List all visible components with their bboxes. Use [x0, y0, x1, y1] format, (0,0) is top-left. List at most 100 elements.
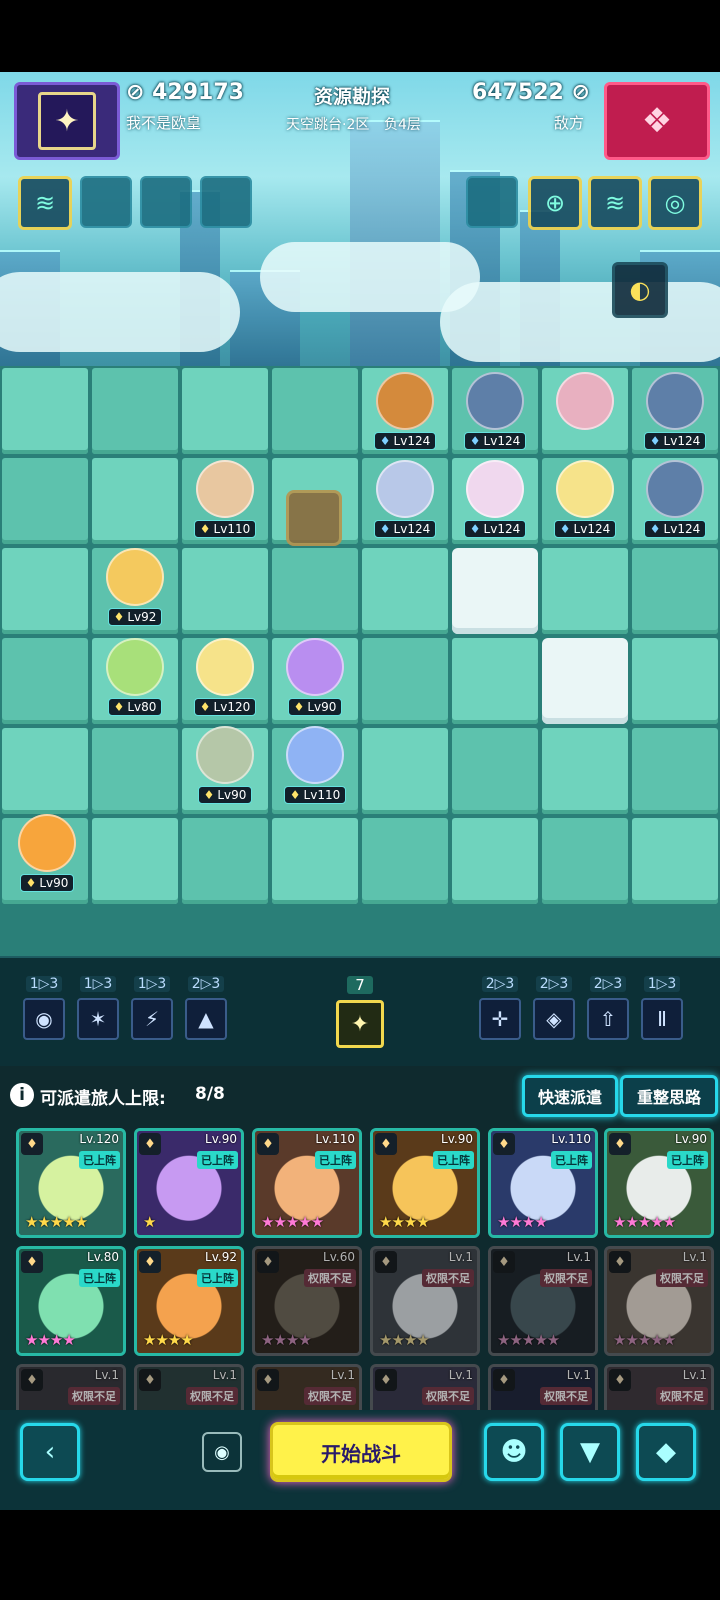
spiral-icon: ◎: [664, 189, 686, 217]
class-icon: ♦: [375, 1251, 397, 1273]
pacman-mascot-icon[interactable]: ◐: [612, 262, 668, 318]
synergy-guard[interactable]: 1▷3 Ⅱ: [640, 976, 684, 1040]
filter-icon: ▼: [580, 1437, 600, 1467]
class-icon: ♦: [493, 1251, 515, 1273]
synergy-water[interactable]: 1▷3 ◉: [22, 976, 66, 1040]
enemy-relic-slot-4[interactable]: ◎: [648, 176, 702, 230]
cloud-obstacle: [452, 548, 538, 634]
synergy-arrow[interactable]: 2▷3 ✛: [478, 976, 522, 1040]
mountain-icon: ▲: [185, 998, 227, 1040]
enemy-unit-5[interactable]: ♦ Lv124: [460, 460, 530, 538]
synergy-wind[interactable]: 1▷3 ✶: [76, 976, 120, 1040]
unit-portrait: [646, 372, 704, 430]
unit-portrait: [196, 638, 254, 696]
reset-button[interactable]: 重整思路: [620, 1075, 718, 1117]
enemy-emblem[interactable]: ❖: [604, 82, 710, 160]
filter-button[interactable]: ▼: [560, 1423, 620, 1481]
unit-portrait: [196, 460, 254, 518]
sparkle-icon: ✦: [38, 92, 96, 150]
player-relic-slot-4[interactable]: [200, 176, 252, 228]
player-relic-slot-2[interactable]: [80, 176, 132, 228]
roster-card[interactable]: ♦ Lv.90 已上阵 ★★★★: [370, 1128, 480, 1238]
roster-card[interactable]: ♦ Lv.60 权限不足 ★★★★: [252, 1246, 362, 1356]
unit-portrait: [106, 548, 164, 606]
synergy-star[interactable]: 7 ✦: [330, 976, 390, 1048]
player-emblem[interactable]: ✦: [14, 82, 120, 160]
target-icon: ⊕: [544, 189, 566, 217]
enemy-unit-8[interactable]: [550, 372, 620, 430]
wave-flag-icon: ≋: [604, 189, 626, 217]
enemy-relic-slot-3[interactable]: ≋: [588, 176, 642, 230]
enemy-unit-4[interactable]: ♦ Lv124: [370, 460, 440, 538]
nav-bar-area: [0, 1510, 720, 1600]
player-name: 我不是欧皇: [126, 114, 202, 132]
deploy-limit-count: 8/8: [195, 1084, 225, 1104]
synergy-up[interactable]: 2▷3 ⇧: [586, 976, 630, 1040]
start-battle-button[interactable]: 开始战斗: [270, 1422, 452, 1482]
roster-card[interactable]: ♦ Lv.110 已上阵 ★★★★: [488, 1128, 598, 1238]
class-icon: ♦: [21, 1251, 43, 1273]
roster-card[interactable]: ♦ Lv.120 已上阵 ★★★★★: [16, 1128, 126, 1238]
enemy-relic-slot-2[interactable]: ⊕: [528, 176, 582, 230]
player-relic-slot-1[interactable]: ≋: [18, 176, 72, 230]
sparkle-icon: ✦: [336, 1000, 384, 1048]
roster-card[interactable]: ♦ Lv.90 已上阵 ★★★★★: [604, 1128, 714, 1238]
arrow-cross-icon: ✛: [479, 998, 521, 1040]
unit-portrait: [646, 460, 704, 518]
roster-card[interactable]: ♦ Lv.110 已上阵 ★★★★★: [252, 1128, 362, 1238]
ally-unit-5[interactable]: ♦ Lv90: [280, 638, 350, 716]
class-icon: ♦: [257, 1133, 279, 1155]
brain-icon: ☻: [500, 1437, 528, 1467]
enemy-relic-slot-1[interactable]: [466, 176, 518, 228]
class-icon: ♦: [21, 1133, 43, 1155]
roster-card[interactable]: ♦ Lv.1 权限不足 ★★★★: [370, 1246, 480, 1356]
roster-card[interactable]: ♦ Lv.92 已上阵 ★★★★: [134, 1246, 244, 1356]
camera-icon[interactable]: ◉: [202, 1432, 242, 1472]
clear-button[interactable]: ◆: [636, 1423, 696, 1481]
ally-unit-3[interactable]: ♦ Lv80: [100, 638, 170, 716]
ally-unit-6[interactable]: ♦ Lv90: [190, 726, 260, 804]
enemy-name: 敌方: [554, 114, 585, 132]
cloud-obstacle: [542, 638, 628, 724]
enemy-unit-2[interactable]: ♦ Lv124: [460, 372, 530, 450]
shuriken-icon: ✶: [77, 998, 119, 1040]
roster-card[interactable]: ♦ Lv.1 权限不足 ★★★★★: [488, 1246, 598, 1356]
deploy-limit-label: 可派遣旅人上限:: [40, 1089, 166, 1109]
class-icon: ♦: [609, 1369, 631, 1391]
chevron-left-icon: ‹: [44, 1437, 56, 1467]
player-score: ⊘ 429173: [126, 80, 244, 105]
player-relic-slot-3[interactable]: [140, 176, 192, 228]
unit-portrait: [286, 638, 344, 696]
class-icon: ♦: [493, 1369, 515, 1391]
wave-flag-icon: ≋: [34, 189, 56, 217]
brain-button[interactable]: ☻: [484, 1423, 544, 1481]
enemy-unit-6[interactable]: ♦ Lv124: [550, 460, 620, 538]
unit-portrait: [18, 814, 76, 872]
ally-unit-1[interactable]: ♦ Lv110: [190, 460, 260, 538]
unit-portrait: [556, 372, 614, 430]
enemy-unit-7[interactable]: ♦ Lv124: [640, 460, 710, 538]
ally-unit-8[interactable]: ♦ Lv90: [12, 814, 82, 892]
ally-unit-4[interactable]: ♦ Lv120: [190, 638, 260, 716]
roster-card[interactable]: ♦ Lv.80 已上阵 ★★★★: [16, 1246, 126, 1356]
back-button[interactable]: ‹: [20, 1423, 80, 1481]
class-icon: ♦: [139, 1369, 161, 1391]
class-icon: ♦: [139, 1133, 161, 1155]
unit-portrait: [286, 726, 344, 784]
info-icon[interactable]: i: [10, 1083, 34, 1107]
treasure-chest-icon[interactable]: [286, 490, 342, 546]
synergy-thunder[interactable]: 1▷3 ⚡: [130, 976, 174, 1040]
synergy-mountain[interactable]: 2▷3 ▲: [184, 976, 228, 1040]
synergy-diamond[interactable]: 2▷3 ◈: [532, 976, 576, 1040]
enemy-unit-1[interactable]: ♦ Lv124: [370, 372, 440, 450]
roster-card[interactable]: ♦ Lv.90 已上阵 ★: [134, 1128, 244, 1238]
ally-unit-7[interactable]: ♦ Lv110: [280, 726, 350, 804]
enemy-unit-3[interactable]: ♦ Lv124: [640, 372, 710, 450]
unit-portrait: [466, 460, 524, 518]
mode-title: 资源勘探: [314, 86, 391, 108]
roster-card[interactable]: ♦ Lv.1 权限不足 ★★★★★: [604, 1246, 714, 1356]
ally-unit-2[interactable]: ♦ Lv92: [100, 548, 170, 626]
class-icon: ♦: [139, 1251, 161, 1273]
class-icon: ♦: [257, 1251, 279, 1273]
quick-deploy-button[interactable]: 快速派遣: [522, 1075, 618, 1117]
